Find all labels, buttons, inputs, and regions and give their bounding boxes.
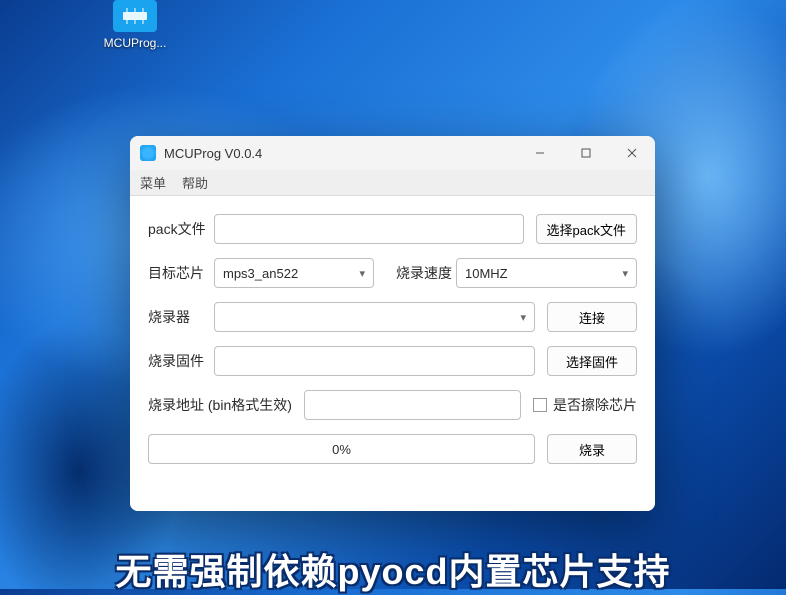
burn-addr-input[interactable] [304,390,521,420]
connect-button[interactable]: 连接 [547,302,637,332]
close-button[interactable] [609,136,655,170]
label-programmer: 烧录器 [148,307,214,327]
window-title: MCUProg V0.0.4 [164,146,517,161]
burn-speed-select[interactable]: 10MHZ [456,258,637,288]
progress-value: 0% [332,442,351,457]
select-firmware-button[interactable]: 选择固件 [547,346,637,376]
titlebar[interactable]: MCUProg V0.0.4 [130,136,655,170]
select-pack-button[interactable]: 选择pack文件 [536,214,637,244]
menu-item-help[interactable]: 帮助 [182,173,208,192]
target-chip-select[interactable]: mps3_an522 [214,258,374,288]
form-area: pack文件 选择pack文件 目标芯片 mps3_an522 烧录速度 10M… [130,196,655,511]
app-window: MCUProg V0.0.4 菜单 帮助 pack文件 选择pack文件 目标芯… [130,136,655,511]
progress-bar: 0% [148,434,535,464]
menu-item-menu[interactable]: 菜单 [140,173,166,192]
pack-file-input[interactable] [214,214,524,244]
firmware-input[interactable] [214,346,535,376]
window-app-icon [140,145,156,161]
erase-chip-checkbox[interactable] [533,398,547,412]
menubar: 菜单 帮助 [130,170,655,196]
label-target-chip: 目标芯片 [148,263,214,283]
desktop-shortcut-mcuprog[interactable]: MCUProg... [95,0,175,50]
label-erase-chip: 是否擦除芯片 [553,395,637,415]
label-burn-speed: 烧录速度 [396,263,456,283]
video-caption: 无需强制依赖pyocd内置芯片支持 [0,543,786,595]
target-chip-value: mps3_an522 [223,266,298,281]
minimize-button[interactable] [517,136,563,170]
desktop-icon-label: MCUProg... [104,36,167,50]
maximize-button[interactable] [563,136,609,170]
label-pack-file: pack文件 [148,219,214,239]
burn-speed-value: 10MHZ [465,266,508,281]
app-icon [113,0,157,32]
label-burn-addr: 烧录地址 (bin格式生效) [148,395,304,415]
burn-button[interactable]: 烧录 [547,434,637,464]
programmer-select[interactable] [214,302,535,332]
label-firmware: 烧录固件 [148,351,214,371]
